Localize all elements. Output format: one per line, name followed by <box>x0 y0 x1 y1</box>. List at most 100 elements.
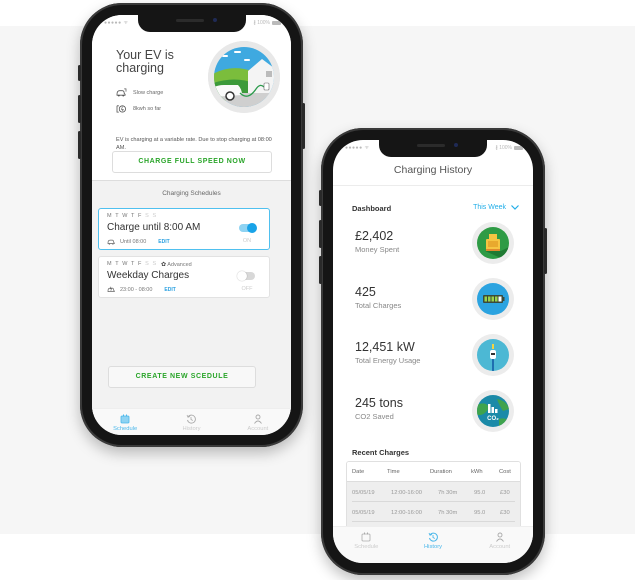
slow-charge-icon <box>116 88 127 97</box>
tab-account[interactable]: Account <box>225 409 291 435</box>
charging-plug-icon <box>472 334 514 376</box>
ev-charging-illustration <box>208 41 280 113</box>
cell-kwh: 95.0 <box>474 510 486 516</box>
stat-money-spent: £2,402 Money Spent <box>355 229 399 254</box>
header-divider <box>333 185 533 186</box>
column-header-cost: Cost <box>499 469 511 475</box>
column-header-time: Time <box>387 469 400 475</box>
cell-time: 12:00-16:00 <box>391 510 422 516</box>
co2-globe-icon: CO₂ <box>472 390 514 432</box>
cell-cost: £30 <box>500 510 510 516</box>
cash-register-icon <box>472 222 514 264</box>
battery-indicator: ∦ 100% <box>495 145 523 151</box>
create-schedule-button[interactable]: CREATE NEW SCEDULE <box>108 366 256 388</box>
column-header-date: Date <box>352 469 365 475</box>
stat-value: 245 tons <box>355 396 403 410</box>
signal-indicator: ●●●●● ᯤ <box>104 20 129 26</box>
dashboard-heading: Dashboard <box>352 204 392 213</box>
power-button <box>302 103 305 149</box>
cell-duration: 7h 30m <box>438 490 458 496</box>
schedules-heading: Charging Schedules <box>162 190 221 197</box>
user-icon <box>495 532 504 542</box>
schedule-detail-row: 23:00 - 08:00 EDIT <box>107 286 176 293</box>
fast-charge-icon <box>107 286 115 292</box>
mute-switch <box>319 190 322 206</box>
cell-cost: £30 <box>500 490 510 496</box>
tab-schedule[interactable]: Schedule <box>333 527 400 563</box>
energy-so-far-row: 8kwh so far <box>116 104 161 113</box>
schedule-card[interactable]: M T W T F S S Charge until 8:00 AM Until… <box>98 208 270 250</box>
table-row[interactable]: 05/05/19 12:00-16:00 7h 30m 95.0 £30 <box>347 502 520 522</box>
chevron-down-icon <box>511 205 519 210</box>
notch <box>137 15 246 32</box>
history-icon <box>187 414 197 424</box>
signal-indicator: ●●●●● ᯤ <box>345 145 370 151</box>
charge-mode-row: Slow charge <box>116 88 163 97</box>
phone-history: ●●●●● ᯤ ∦ 100% Charging History Dashboar… <box>319 128 547 575</box>
table-header: Date Time Duration kWh Cost <box>347 462 520 482</box>
stat-co2-saved: 245 tons CO2 Saved <box>355 396 403 421</box>
charge-mode-text: Slow charge <box>133 89 164 96</box>
volume-down-button <box>78 131 81 159</box>
toggle-state-label: ON <box>242 238 252 244</box>
column-header-duration: Duration <box>430 469 452 475</box>
tab-history[interactable]: History <box>400 527 467 563</box>
recent-charges-heading: Recent Charges <box>352 448 410 457</box>
charging-schedules-section: Charging Schedules M T W T F S S Charge … <box>92 180 291 420</box>
user-icon <box>253 414 262 424</box>
schedule-card[interactable]: M T W T F S S ✿ Advanced Weekday Charges… <box>98 256 270 298</box>
battery-icon <box>472 278 514 320</box>
history-screen: ●●●●● ᯤ ∦ 100% Charging History Dashboar… <box>333 140 533 563</box>
volume-up-button <box>78 95 81 123</box>
cell-kwh: 95.0 <box>474 490 486 496</box>
gear-icon: ✿ <box>161 262 167 268</box>
power-button <box>544 228 547 274</box>
tab-account[interactable]: Account <box>466 527 533 563</box>
tab-bar: Schedule History Account <box>92 408 291 435</box>
schedule-title: Charge until 8:00 AM <box>107 222 201 233</box>
svg-text:CO₂: CO₂ <box>487 416 499 422</box>
schedule-days: M T W T F S S <box>107 261 158 267</box>
toggle-state-label: OFF <box>241 286 253 292</box>
volume-up-button <box>319 220 322 248</box>
history-icon <box>428 532 438 542</box>
tab-history[interactable]: History <box>158 409 224 435</box>
notch <box>379 140 487 157</box>
tab-schedule[interactable]: Schedule <box>92 409 158 435</box>
phone-schedule: ●●●●● ᯤ ∦ 100% Your EV is charging Slow … <box>78 3 305 447</box>
cell-time: 12:00-16:00 <box>391 490 422 496</box>
charge-full-speed-button[interactable]: CHARGE FULL SPEED NOW <box>112 151 272 173</box>
stat-value: 12,451 kW <box>355 340 415 354</box>
stat-value: £2,402 <box>355 229 394 243</box>
period-selector[interactable]: This Week <box>473 204 519 211</box>
table-row[interactable]: 05/05/19 12:00-16:00 7h 30m 95.0 £30 <box>347 482 520 502</box>
calendar-icon <box>120 414 130 424</box>
mute-switch <box>78 65 81 81</box>
energy-so-far-text: 8kwh so far <box>133 105 162 112</box>
volume-down-button <box>319 256 322 284</box>
advanced-badge: ✿ Advanced <box>161 262 192 268</box>
schedule-screen: ●●●●● ᯤ ∦ 100% Your EV is charging Slow … <box>92 15 291 435</box>
stat-value: 425 <box>355 285 376 299</box>
cell-date: 05/05/19 <box>352 490 375 496</box>
schedule-detail: Until 08:00 <box>120 238 147 245</box>
stat-label: Money Spent <box>355 245 400 254</box>
schedule-toggle[interactable] <box>237 271 255 281</box>
edit-schedule-link[interactable]: EDIT <box>158 239 169 245</box>
cell-duration: 7h 30m <box>438 510 458 516</box>
stat-label: CO2 Saved <box>355 412 394 421</box>
battery-indicator: ∦ 100% <box>253 20 281 26</box>
edit-schedule-link[interactable]: EDIT <box>164 287 175 293</box>
schedule-detail: 23:00 - 08:00 <box>120 286 153 293</box>
cell-date: 05/05/19 <box>352 510 375 516</box>
schedule-days: M T W T F S S <box>107 213 158 219</box>
schedule-detail-row: Until 08:00 EDIT <box>107 238 170 245</box>
schedule-toggle[interactable] <box>239 223 257 233</box>
column-header-kwh: kWh <box>471 469 483 475</box>
schedule-title: Weekday Charges <box>107 270 190 281</box>
charging-status-title: Your EV is charging <box>116 48 174 75</box>
stat-label: Total Charges <box>355 301 402 310</box>
charging-description: EV is charging at a variable rate. Due t… <box>116 137 272 151</box>
page-title: Charging History <box>393 164 473 176</box>
energy-icon <box>116 105 126 113</box>
